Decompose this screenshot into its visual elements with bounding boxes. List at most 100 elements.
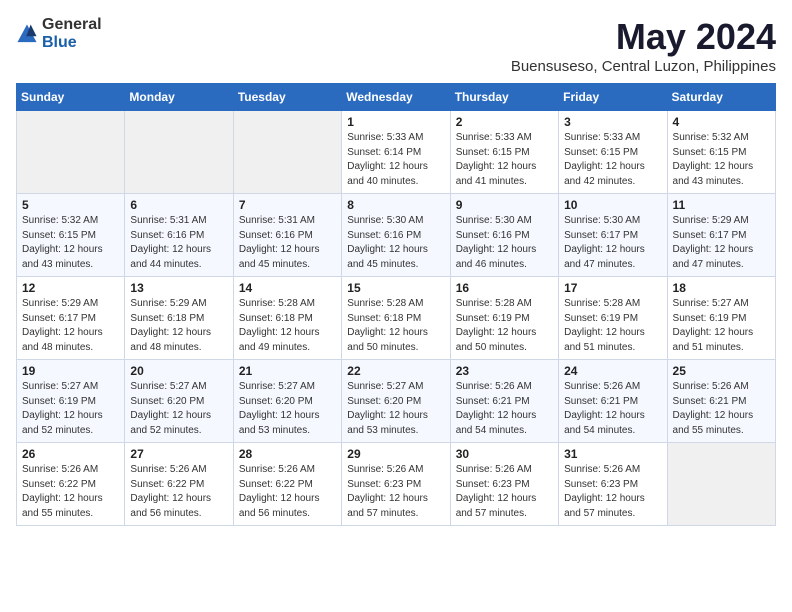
day-cell: 11Sunrise: 5:29 AM Sunset: 6:17 PM Dayli… — [667, 194, 775, 277]
day-info: Sunrise: 5:30 AM Sunset: 6:17 PM Dayligh… — [564, 214, 661, 272]
day-info: Sunrise: 5:30 AM Sunset: 6:16 PM Dayligh… — [347, 214, 444, 272]
day-cell: 5Sunrise: 5:32 AM Sunset: 6:15 PM Daylig… — [17, 194, 125, 277]
day-info: Sunrise: 5:28 AM Sunset: 6:19 PM Dayligh… — [564, 297, 661, 355]
day-info: Sunrise: 5:26 AM Sunset: 6:21 PM Dayligh… — [673, 380, 770, 438]
day-number: 7 — [239, 198, 336, 212]
day-number: 13 — [130, 281, 227, 295]
day-number: 28 — [239, 447, 336, 461]
calendar-body: 1Sunrise: 5:33 AM Sunset: 6:14 PM Daylig… — [17, 111, 776, 526]
day-cell — [17, 111, 125, 194]
day-info: Sunrise: 5:26 AM Sunset: 6:22 PM Dayligh… — [239, 463, 336, 521]
day-number: 17 — [564, 281, 661, 295]
day-cell: 7 Sunrise: 5:31 AM Sunset: 6:16 PM Daylig… — [233, 194, 341, 277]
day-cell — [125, 111, 233, 194]
day-cell: 30Sunrise: 5:26 AM Sunset: 6:23 PM Dayli… — [450, 443, 558, 526]
week-row: 19 Sunrise: 5:27 AM Sunset: 6:19 PM Dayli… — [17, 360, 776, 443]
day-cell: 23 Sunrise: 5:26 AM Sunset: 6:21 PM Dayli… — [450, 360, 558, 443]
day-number: 16 — [456, 281, 553, 295]
week-row: 5Sunrise: 5:32 AM Sunset: 6:15 PM Daylig… — [17, 194, 776, 277]
day-number: 24 — [564, 364, 661, 378]
day-number: 23 — [456, 364, 553, 378]
day-info: Sunrise: 5:28 AM Sunset: 6:19 PM Dayligh… — [456, 297, 553, 355]
day-info: Sunrise: 5:29 AM Sunset: 6:17 PM Dayligh… — [673, 214, 770, 272]
week-row: 12Sunrise: 5:29 AM Sunset: 6:17 PM Dayli… — [17, 277, 776, 360]
header-cell-friday: Friday — [559, 84, 667, 111]
day-cell: 8Sunrise: 5:30 AM Sunset: 6:16 PM Daylig… — [342, 194, 450, 277]
day-cell: 18 Sunrise: 5:27 AM Sunset: 6:19 PM Dayli… — [667, 277, 775, 360]
day-cell — [667, 443, 775, 526]
day-info: Sunrise: 5:33 AM Sunset: 6:15 PM Dayligh… — [456, 131, 553, 189]
header-cell-wednesday: Wednesday — [342, 84, 450, 111]
day-number: 15 — [347, 281, 444, 295]
day-number: 18 — [673, 281, 770, 295]
day-cell: 12Sunrise: 5:29 AM Sunset: 6:17 PM Dayli… — [17, 277, 125, 360]
title-area: May 2024 Buensuseso, Central Luzon, Phil… — [511, 16, 776, 75]
day-info: Sunrise: 5:33 AM Sunset: 6:15 PM Dayligh… — [564, 131, 661, 189]
logo-general: General — [42, 16, 102, 34]
day-cell — [233, 111, 341, 194]
logo-icon — [16, 23, 38, 45]
day-number: 21 — [239, 364, 336, 378]
day-number: 30 — [456, 447, 553, 461]
day-cell: 20 Sunrise: 5:27 AM Sunset: 6:20 PM Dayli… — [125, 360, 233, 443]
header-cell-thursday: Thursday — [450, 84, 558, 111]
day-cell: 22Sunrise: 5:27 AM Sunset: 6:20 PM Dayli… — [342, 360, 450, 443]
day-cell: 19 Sunrise: 5:27 AM Sunset: 6:19 PM Dayli… — [17, 360, 125, 443]
week-row: 26 Sunrise: 5:26 AM Sunset: 6:22 PM Dayli… — [17, 443, 776, 526]
day-number: 31 — [564, 447, 661, 461]
day-number: 27 — [130, 447, 227, 461]
day-cell: 28 Sunrise: 5:26 AM Sunset: 6:22 PM Dayli… — [233, 443, 341, 526]
header-cell-saturday: Saturday — [667, 84, 775, 111]
month-title: May 2024 — [511, 16, 776, 58]
day-number: 3 — [564, 115, 661, 129]
day-cell: 4Sunrise: 5:32 AM Sunset: 6:15 PM Daylig… — [667, 111, 775, 194]
day-number: 20 — [130, 364, 227, 378]
logo: General Blue — [16, 16, 102, 51]
day-cell: 1Sunrise: 5:33 AM Sunset: 6:14 PM Daylig… — [342, 111, 450, 194]
day-number: 29 — [347, 447, 444, 461]
day-info: Sunrise: 5:26 AM Sunset: 6:22 PM Dayligh… — [130, 463, 227, 521]
day-number: 9 — [456, 198, 553, 212]
day-cell: 26 Sunrise: 5:26 AM Sunset: 6:22 PM Dayli… — [17, 443, 125, 526]
week-row: 1Sunrise: 5:33 AM Sunset: 6:14 PM Daylig… — [17, 111, 776, 194]
day-info: Sunrise: 5:31 AM Sunset: 6:16 PM Dayligh… — [130, 214, 227, 272]
header: General Blue May 2024 Buensuseso, Centra… — [16, 16, 776, 75]
day-cell: 13Sunrise: 5:29 AM Sunset: 6:18 PM Dayli… — [125, 277, 233, 360]
day-number: 1 — [347, 115, 444, 129]
day-info: Sunrise: 5:27 AM Sunset: 6:20 PM Dayligh… — [239, 380, 336, 438]
day-info: Sunrise: 5:27 AM Sunset: 6:19 PM Dayligh… — [673, 297, 770, 355]
day-info: Sunrise: 5:30 AM Sunset: 6:16 PM Dayligh… — [456, 214, 553, 272]
day-number: 14 — [239, 281, 336, 295]
day-cell: 17 Sunrise: 5:28 AM Sunset: 6:19 PM Dayli… — [559, 277, 667, 360]
location-title: Buensuseso, Central Luzon, Philippines — [511, 58, 776, 75]
day-info: Sunrise: 5:26 AM Sunset: 6:21 PM Dayligh… — [564, 380, 661, 438]
day-cell: 25 Sunrise: 5:26 AM Sunset: 6:21 PM Dayli… — [667, 360, 775, 443]
day-info: Sunrise: 5:31 AM Sunset: 6:16 PM Dayligh… — [239, 214, 336, 272]
day-info: Sunrise: 5:26 AM Sunset: 6:23 PM Dayligh… — [564, 463, 661, 521]
day-info: Sunrise: 5:27 AM Sunset: 6:19 PM Dayligh… — [22, 380, 119, 438]
day-number: 25 — [673, 364, 770, 378]
day-number: 6 — [130, 198, 227, 212]
day-number: 10 — [564, 198, 661, 212]
day-info: Sunrise: 5:32 AM Sunset: 6:15 PM Dayligh… — [673, 131, 770, 189]
day-cell: 31 Sunrise: 5:26 AM Sunset: 6:23 PM Dayli… — [559, 443, 667, 526]
calendar-header: SundayMondayTuesdayWednesdayThursdayFrid… — [17, 84, 776, 111]
day-cell: 21 Sunrise: 5:27 AM Sunset: 6:20 PM Dayli… — [233, 360, 341, 443]
day-cell: 3 Sunrise: 5:33 AM Sunset: 6:15 PM Daylig… — [559, 111, 667, 194]
day-cell: 29Sunrise: 5:26 AM Sunset: 6:23 PM Dayli… — [342, 443, 450, 526]
day-info: Sunrise: 5:28 AM Sunset: 6:18 PM Dayligh… — [347, 297, 444, 355]
header-cell-monday: Monday — [125, 84, 233, 111]
day-info: Sunrise: 5:28 AM Sunset: 6:18 PM Dayligh… — [239, 297, 336, 355]
day-info: Sunrise: 5:27 AM Sunset: 6:20 PM Dayligh… — [130, 380, 227, 438]
day-info: Sunrise: 5:26 AM Sunset: 6:22 PM Dayligh… — [22, 463, 119, 521]
day-number: 12 — [22, 281, 119, 295]
day-info: Sunrise: 5:26 AM Sunset: 6:21 PM Dayligh… — [456, 380, 553, 438]
day-cell: 2 Sunrise: 5:33 AM Sunset: 6:15 PM Daylig… — [450, 111, 558, 194]
day-cell: 6 Sunrise: 5:31 AM Sunset: 6:16 PM Daylig… — [125, 194, 233, 277]
day-cell: 14 Sunrise: 5:28 AM Sunset: 6:18 PM Dayli… — [233, 277, 341, 360]
day-number: 19 — [22, 364, 119, 378]
day-cell: 27 Sunrise: 5:26 AM Sunset: 6:22 PM Dayli… — [125, 443, 233, 526]
logo-blue: Blue — [42, 34, 102, 52]
day-number: 2 — [456, 115, 553, 129]
day-number: 26 — [22, 447, 119, 461]
